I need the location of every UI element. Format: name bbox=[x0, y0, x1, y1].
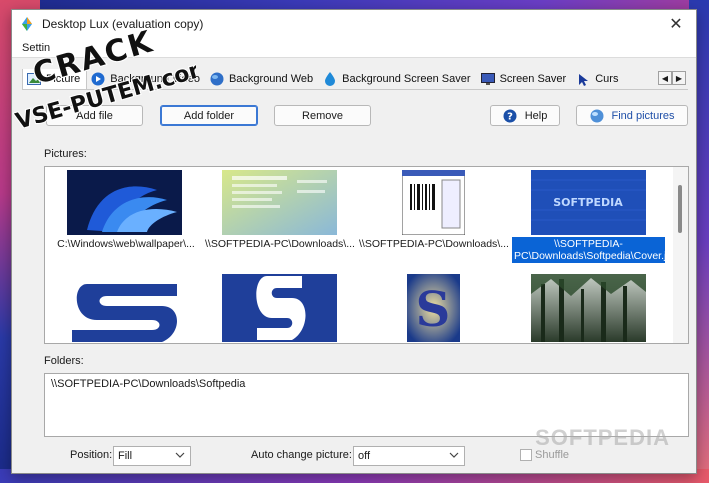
folder-item[interactable]: \\SOFTPEDIA-PC\Downloads\Softpedia bbox=[51, 378, 682, 390]
pictures-label: Pictures: bbox=[44, 148, 87, 160]
app-logo-icon bbox=[20, 17, 34, 31]
picture-thumbnail-s-logo-1[interactable] bbox=[67, 274, 182, 342]
tab-cursor[interactable]: Curs bbox=[572, 69, 624, 89]
tab-background-screen-saver[interactable]: Background Screen Saver bbox=[319, 69, 476, 89]
tab-scroll-left-button[interactable]: ◀ bbox=[658, 71, 672, 85]
window-title: Desktop Lux (evaluation copy) bbox=[42, 17, 204, 31]
tab-label: Screen Saver bbox=[499, 73, 567, 85]
add-file-button[interactable]: Add file bbox=[46, 105, 143, 126]
help-button[interactable]: ? Help bbox=[490, 105, 560, 126]
scrollbar-thumb[interactable] bbox=[678, 185, 682, 233]
menu-settings[interactable]: Settin bbox=[18, 42, 54, 54]
video-icon bbox=[91, 72, 105, 86]
folders-list[interactable]: \\SOFTPEDIA-PC\Downloads\Softpedia bbox=[44, 373, 689, 437]
tab-label: Curs bbox=[595, 73, 619, 85]
tab-strip: Picture Background Video Background Web … bbox=[22, 69, 688, 90]
shuffle-label: Shuffle bbox=[535, 449, 570, 461]
tab-background-web[interactable]: Background Web bbox=[206, 69, 319, 89]
picture-thumbnail-barcode[interactable] bbox=[401, 169, 466, 236]
picture-icon bbox=[27, 72, 41, 86]
picture-thumbnail-forest[interactable] bbox=[531, 274, 646, 342]
add-folder-button[interactable]: Add folder bbox=[160, 105, 258, 126]
picture-caption: \\SOFTPEDIA-PC\Downloads\... bbox=[359, 238, 509, 250]
close-button[interactable]: ✕ bbox=[656, 10, 696, 38]
tab-label: Background Web bbox=[228, 73, 314, 85]
find-pictures-button[interactable]: Find pictures bbox=[576, 105, 688, 126]
tab-scroll-right-button[interactable]: ▶ bbox=[672, 71, 686, 85]
picture-caption-selected: \\SOFTPEDIA-PC\Downloads\Softpedia\Cover… bbox=[512, 237, 679, 263]
pictures-list[interactable]: C:\Windows\web\wallpaper\... \\SOFTPEDIA… bbox=[44, 166, 689, 344]
chevron-down-icon bbox=[175, 450, 185, 462]
svg-text:?: ? bbox=[507, 111, 513, 122]
picture-thumbnail-windows-bloom[interactable] bbox=[67, 170, 182, 235]
picture-caption: C:\Windows\web\wallpaper\... bbox=[57, 238, 195, 250]
position-label: Position: bbox=[70, 449, 113, 461]
picture-caption: \\SOFTPEDIA-PC\Downloads\... bbox=[205, 238, 355, 250]
pictures-scrollbar[interactable] bbox=[673, 167, 688, 343]
remove-button[interactable]: Remove bbox=[274, 105, 371, 126]
tab-screen-saver[interactable]: Screen Saver bbox=[477, 69, 573, 89]
position-select[interactable]: Fill bbox=[113, 446, 191, 466]
globe-icon bbox=[210, 72, 224, 86]
auto-change-value: off bbox=[358, 450, 371, 462]
thumbnail-text: SOFTPEDIA bbox=[553, 196, 623, 209]
help-icon: ? bbox=[503, 109, 517, 123]
drop-icon bbox=[323, 72, 337, 86]
titlebar: Desktop Lux (evaluation copy) ✕ bbox=[12, 10, 696, 38]
find-pictures-label: Find pictures bbox=[611, 109, 675, 122]
picture-thumbnail-s-logo-3[interactable]: S bbox=[407, 274, 460, 342]
tab-label: Background Video bbox=[110, 73, 200, 85]
tab-background-video[interactable]: Background Video bbox=[87, 69, 206, 89]
tab-label: Background Screen Saver bbox=[342, 73, 471, 85]
cursor-icon bbox=[576, 72, 590, 86]
menubar: Settin bbox=[12, 38, 696, 58]
shuffle-checkbox-wrap[interactable]: Shuffle bbox=[520, 449, 569, 461]
auto-change-select[interactable]: off bbox=[353, 446, 465, 466]
svg-text:S: S bbox=[416, 282, 451, 338]
shuffle-checkbox[interactable] bbox=[520, 449, 532, 461]
chevron-down-icon bbox=[449, 450, 459, 462]
tab-label: Picture bbox=[46, 73, 81, 85]
picture-thumbnail-screenshot-green[interactable] bbox=[222, 170, 337, 235]
tab-picture[interactable]: Picture bbox=[22, 69, 88, 89]
picture-thumbnail-softpedia-cover[interactable]: SOFTPEDIA bbox=[531, 170, 646, 235]
position-value: Fill bbox=[118, 450, 133, 462]
folders-label: Folders: bbox=[44, 355, 84, 367]
help-label: Help bbox=[524, 109, 548, 122]
picture-panel: Add file Add folder Remove ? Help Find p… bbox=[22, 90, 689, 466]
globe-icon bbox=[590, 109, 604, 123]
app-window: Desktop Lux (evaluation copy) ✕ Settin P… bbox=[11, 9, 697, 474]
picture-thumbnail-s-logo-2[interactable] bbox=[222, 274, 337, 342]
tab-scroll-buttons: ◀ ▶ bbox=[658, 71, 686, 85]
auto-change-label: Auto change picture: bbox=[251, 449, 352, 461]
monitor-icon bbox=[480, 72, 495, 86]
